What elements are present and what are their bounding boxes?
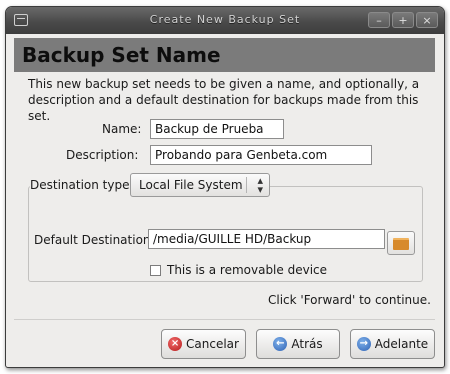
default-destination-field[interactable]: /media/GUILLE HD/Backup bbox=[148, 229, 385, 249]
window-controls: – + × bbox=[368, 12, 438, 28]
name-label: Name: bbox=[102, 122, 142, 136]
folder-icon bbox=[393, 238, 409, 250]
destination-type-select[interactable]: Local File System ▴ ▾ bbox=[130, 173, 270, 197]
cancel-label: Cancelar bbox=[186, 337, 239, 351]
back-label: Atrás bbox=[291, 337, 323, 351]
browse-folder-button[interactable] bbox=[387, 231, 415, 255]
minimize-button[interactable]: – bbox=[368, 12, 390, 28]
destination-type-label: Destination type: bbox=[30, 178, 136, 192]
forward-label: Adelante bbox=[374, 337, 429, 351]
close-button[interactable]: × bbox=[416, 12, 438, 28]
maximize-button[interactable]: + bbox=[392, 12, 414, 28]
intro-text: This new backup set needs to be given a … bbox=[28, 76, 433, 124]
page-header: Backup Set Name bbox=[14, 38, 435, 72]
description-label: Description: bbox=[66, 148, 139, 162]
forward-arrow-icon: → bbox=[356, 337, 371, 351]
button-separator bbox=[14, 319, 435, 320]
dialog-window: Create New Backup Set – + × Backup Set N… bbox=[5, 6, 445, 368]
combo-separator bbox=[246, 177, 247, 193]
title-bar[interactable]: Create New Backup Set – + × bbox=[6, 7, 444, 34]
back-button[interactable]: ← Atrás bbox=[256, 329, 340, 359]
cancel-icon: × bbox=[168, 337, 183, 351]
name-field[interactable]: Backup de Prueba bbox=[150, 119, 284, 139]
continue-hint: Click 'Forward' to continue. bbox=[268, 293, 431, 307]
page-title: Backup Set Name bbox=[22, 43, 221, 67]
back-arrow-icon: ← bbox=[273, 337, 288, 351]
destination-type-value: Local File System bbox=[139, 178, 243, 192]
removable-device-checkbox[interactable] bbox=[150, 265, 161, 276]
forward-button[interactable]: → Adelante bbox=[350, 329, 435, 359]
default-destination-label: Default Destination: bbox=[34, 233, 155, 247]
cancel-button[interactable]: × Cancelar bbox=[161, 329, 246, 359]
removable-device-label: This is a removable device bbox=[167, 263, 328, 277]
description-field[interactable]: Probando para Genbeta.com bbox=[150, 145, 372, 165]
up-down-arrows-icon: ▴ ▾ bbox=[257, 174, 263, 196]
intro-line-1: This new backup set needs to be given a … bbox=[28, 77, 420, 91]
